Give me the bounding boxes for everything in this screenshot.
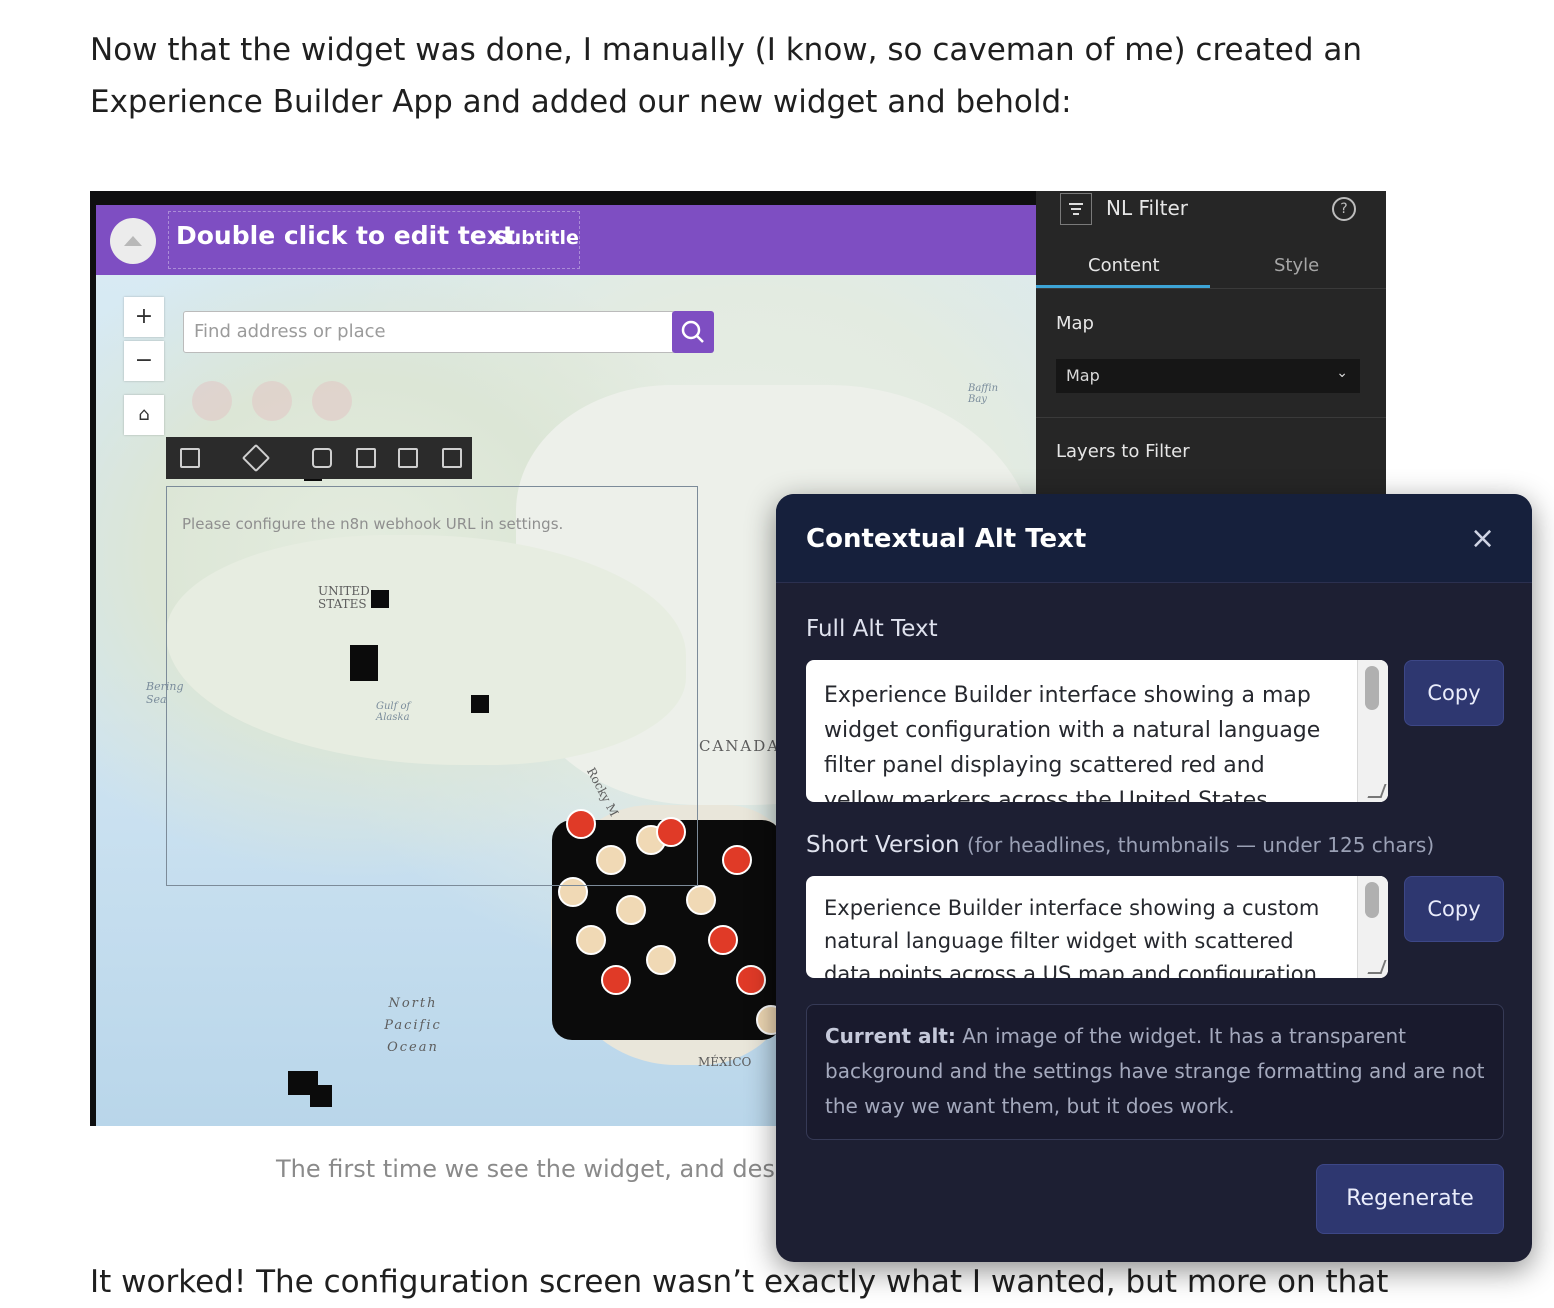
unlock-icon[interactable] (312, 448, 332, 468)
dialog-title: Contextual Alt Text (806, 524, 1087, 554)
search-placeholder: Find address or place (194, 321, 386, 342)
map-label-ocean: North Pacific Ocean (384, 996, 442, 1055)
current-alt-text: Current alt: An image of the widget. It … (825, 1019, 1485, 1124)
full-alt-text: Experience Builder interface showing a m… (824, 683, 1321, 802)
map-label-baffin: Baffin Bay (968, 383, 999, 405)
map-marker-fire (601, 965, 631, 995)
copy-short-button[interactable]: Copy (1404, 876, 1504, 942)
current-alt-box: Current alt: An image of the widget. It … (806, 1004, 1504, 1140)
widget-selection-box[interactable] (166, 486, 698, 886)
zoom-out-button[interactable]: − (124, 341, 164, 381)
home-button[interactable]: ⌂ (124, 395, 164, 435)
map-marker-fire (708, 925, 738, 955)
copy-full-button[interactable]: Copy (1404, 660, 1504, 726)
map-select-value: Map (1066, 366, 1100, 385)
ghost-tool-icon (252, 381, 292, 421)
layers-to-filter-label: Layers to Filter (1056, 441, 1190, 462)
scrollbar-thumb[interactable] (1365, 666, 1379, 710)
copy-style-icon[interactable] (398, 448, 418, 468)
full-alt-label: Full Alt Text (806, 616, 938, 642)
map-marker (616, 895, 646, 925)
duplicate-icon[interactable] (356, 448, 376, 468)
widget-toolbar (166, 437, 472, 479)
align-icon[interactable] (180, 448, 200, 468)
alt-text-dialog: Contextual Alt Text × Full Alt Text Expe… (776, 494, 1532, 1262)
zoom-in-button[interactable]: + (124, 297, 164, 337)
short-version-title: Short Version (806, 832, 960, 858)
header-title[interactable]: Double click to edit text (176, 221, 515, 250)
map-marker (686, 885, 716, 915)
close-button[interactable]: × (1470, 522, 1495, 556)
tab-content[interactable]: Content (1088, 255, 1160, 276)
chevron-down-icon: ⌄ (1336, 365, 1348, 381)
ghost-tool-icon (192, 381, 232, 421)
help-icon[interactable]: ? (1332, 197, 1356, 221)
map-select[interactable]: Map ⌄ (1056, 359, 1360, 393)
map-marker (646, 945, 676, 975)
short-alt-textarea[interactable]: Experience Builder interface showing a c… (806, 876, 1388, 978)
article-paragraph-top: Now that the widget was done, I manually… (90, 32, 1363, 120)
delete-icon[interactable] (442, 448, 462, 468)
section-divider (1036, 417, 1386, 418)
settings-panel-title: NL Filter (1106, 196, 1188, 220)
search-input[interactable]: Find address or place (183, 311, 675, 353)
header-subtitle[interactable]: Subtitle (494, 227, 579, 249)
tab-divider (1036, 288, 1386, 289)
logo-icon[interactable] (110, 218, 156, 264)
figure-caption: The first time we see the widget, and de… (276, 1155, 791, 1183)
dialog-header: Contextual Alt Text × (776, 494, 1532, 583)
map-marker-square (310, 1085, 332, 1107)
ghost-tool-icon (312, 381, 352, 421)
close-icon: × (1470, 521, 1496, 556)
home-icon: ⌂ (138, 404, 150, 425)
map-label-mexico: MÉXICO (698, 1055, 752, 1069)
map-setting-label: Map (1056, 313, 1094, 334)
map-marker (576, 925, 606, 955)
full-alt-scrollbar[interactable] (1357, 660, 1388, 802)
tab-style[interactable]: Style (1274, 255, 1319, 276)
short-version-label: Short Version (for headlines, thumbnails… (806, 832, 1434, 858)
short-alt-text: Experience Builder interface showing a c… (824, 896, 1320, 978)
map-marker-fire (722, 845, 752, 875)
map-label-canada: CANADA (699, 737, 781, 755)
widget-config-message: Please configure the n8n webhook URL in … (182, 515, 564, 533)
app-header: Double click to edit text Subtitle (96, 205, 1036, 275)
regenerate-button[interactable]: Regenerate (1316, 1164, 1504, 1234)
scrollbar-thumb[interactable] (1365, 882, 1379, 918)
article-paragraph-bottom: It worked! The configuration screen wasn… (90, 1264, 1389, 1300)
search-icon (681, 320, 704, 343)
full-alt-textarea[interactable]: Experience Builder interface showing a m… (806, 660, 1388, 802)
filter-icon (1060, 193, 1092, 225)
search-button[interactable] (672, 311, 714, 353)
layers-icon[interactable] (241, 443, 271, 473)
map-marker-fire (736, 965, 766, 995)
short-version-hint: (for headlines, thumbnails — under 125 c… (966, 833, 1435, 857)
current-alt-prefix: Current alt: (825, 1024, 956, 1048)
